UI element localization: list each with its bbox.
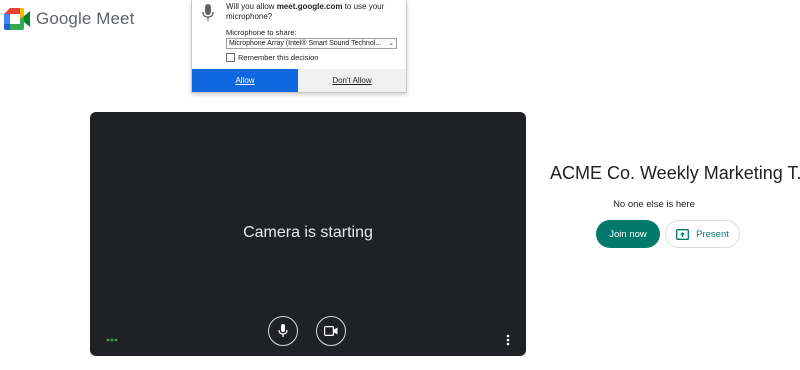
microphone-select[interactable]: Microphone Array (Intel® Smart Sound Tec… <box>226 38 397 49</box>
google-meet-logo[interactable]: Google Meet <box>4 6 134 32</box>
microphone-select-label: Microphone to share: <box>226 28 297 37</box>
chevron-down-icon: ⌄ <box>388 40 394 47</box>
microphone-toggle-button[interactable] <box>268 316 298 346</box>
audio-level-icon <box>106 338 118 342</box>
allow-button[interactable]: Allow <box>192 69 298 92</box>
present-screen-icon <box>676 228 690 240</box>
permission-message: Will you allow meet.google.com to use yo… <box>226 2 385 21</box>
camera-status-text: Camera is starting <box>243 224 373 241</box>
join-now-button[interactable]: Join now <box>596 220 660 248</box>
video-camera-icon <box>324 326 338 336</box>
more-options-icon[interactable] <box>506 334 510 346</box>
remember-checkbox[interactable] <box>226 53 235 62</box>
dont-allow-button[interactable]: Don't Allow <box>298 69 406 92</box>
remember-decision[interactable]: Remember this decision <box>226 53 318 62</box>
microphone-icon <box>202 4 214 21</box>
remember-label: Remember this decision <box>238 53 319 62</box>
video-preview: Camera is starting <box>90 112 526 356</box>
present-label: Present <box>696 228 729 240</box>
permission-site: meet.google.com <box>276 2 343 11</box>
meeting-title: ACME Co. Weekly Marketing T... <box>550 163 800 183</box>
camera-toggle-button[interactable] <box>316 316 346 346</box>
microphone-icon <box>278 324 288 337</box>
meet-logo-icon <box>4 8 30 30</box>
logo-text: Google Meet <box>36 9 135 28</box>
participants-status: No one else is here <box>613 199 695 210</box>
present-button[interactable]: Present <box>665 220 740 248</box>
microphone-permission-popup: Will you allow meet.google.com to use yo… <box>191 0 407 93</box>
microphone-select-value: Microphone Array (Intel® Smart Sound Tec… <box>229 40 382 47</box>
